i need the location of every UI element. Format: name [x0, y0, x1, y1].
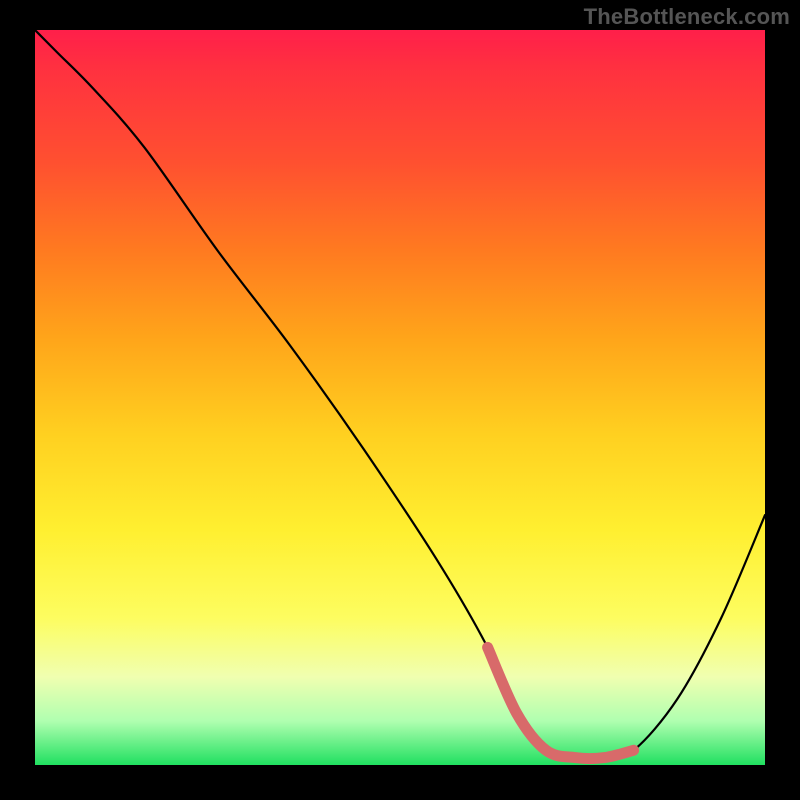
bottleneck-highlight	[488, 647, 634, 758]
chart-area	[35, 30, 765, 765]
chart-svg	[35, 30, 765, 765]
bottleneck-curve	[35, 30, 765, 759]
watermark-text: TheBottleneck.com	[584, 4, 790, 30]
